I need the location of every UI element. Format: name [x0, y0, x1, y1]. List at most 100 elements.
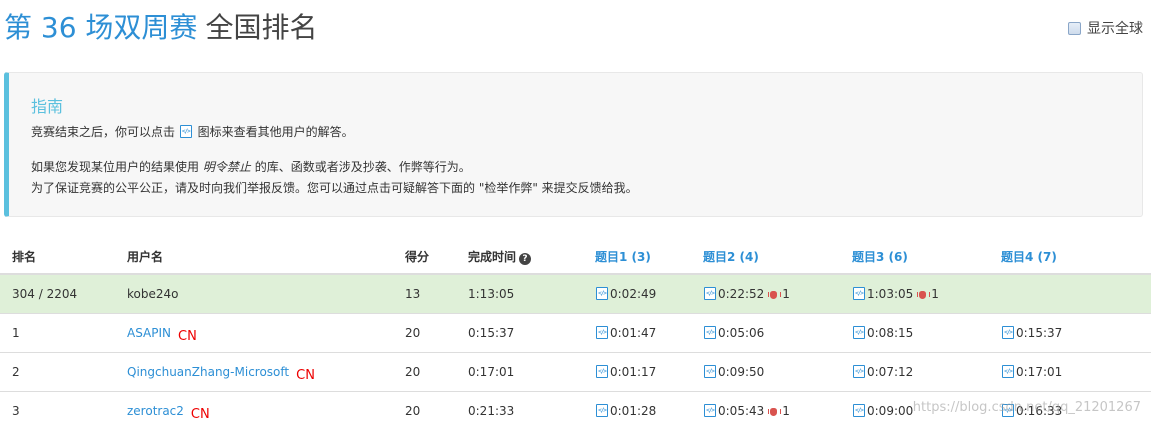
code-icon[interactable]: [853, 326, 865, 339]
rank-cell: 3: [12, 404, 20, 418]
rank-cell: 2: [12, 365, 20, 379]
finish-time-cell: 0:21:33: [468, 404, 515, 418]
q3-time: 0:07:12: [867, 365, 914, 379]
code-icon[interactable]: [704, 287, 716, 300]
q1-cell: 0:01:47: [595, 326, 656, 340]
code-icon[interactable]: [596, 365, 608, 378]
region-badge: CN: [296, 368, 315, 383]
finish-time-cell: 1:13:05: [468, 287, 515, 301]
header-q2[interactable]: 题目2 (4): [703, 248, 759, 265]
guide-panel: 指南 竞赛结束之后，你可以点击 图标来查看其他用户的解答。 如果您发现某位用户的…: [4, 72, 1143, 217]
region-badge: CN: [190, 407, 210, 422]
ranking-table: 排名 用户名 得分 完成时间? 题目1 (3) 题目2 (4) 题目3 (6) …: [0, 236, 1151, 427]
code-icon[interactable]: [853, 287, 865, 300]
q4-cell: 0:15:37: [1001, 326, 1062, 340]
header-finish-time: 完成时间?: [468, 248, 532, 265]
code-icon[interactable]: [704, 326, 716, 339]
user-cell: zerotrac2 CN: [127, 404, 210, 422]
code-icon[interactable]: [1002, 365, 1014, 378]
q2-cell: 0:09:50: [703, 365, 764, 379]
region-badge: CN: [178, 329, 197, 344]
q3-cell: 0:08:15: [852, 326, 913, 340]
score-cell: 13: [405, 287, 421, 301]
watermark: https://blog.csdn.net/qq_21201267: [912, 400, 1141, 415]
header-q3[interactable]: 题目3 (6): [852, 248, 908, 265]
q4-cell: 0:17:01: [1001, 365, 1062, 379]
q2-time: 0:22:52: [718, 287, 765, 301]
q2-cell: 0:22:52 1: [703, 287, 790, 301]
q3-time: 0:08:15: [867, 326, 914, 340]
q2-cell: 0:05:43 1: [703, 404, 790, 418]
code-icon[interactable]: [853, 404, 865, 417]
guide-line-3: 为了保证竞赛的公平公正，请及时向我们举报反馈。您可以通过点击可疑解答下面的 "检…: [31, 181, 638, 195]
table-header: 排名 用户名 得分 完成时间? 题目1 (3) 题目2 (4) 题目3 (6) …: [0, 236, 1151, 275]
username-link[interactable]: zerotrac2: [127, 404, 184, 418]
q3-cell: 0:07:12: [852, 365, 913, 379]
q3-bug-count: 1: [931, 287, 939, 301]
q2-time: 0:09:50: [718, 365, 765, 379]
table-row-current-user: 304 / 2204 kobe24o 13 1:13:05 0:02:49 0:22:52…: [0, 275, 1151, 314]
bug-icon: [768, 405, 782, 416]
finish-time-cell: 0:15:37: [468, 326, 515, 340]
q1-cell: 0:01:17: [595, 365, 656, 379]
guide-line-1-before: 竞赛结束之后，你可以点击: [31, 125, 176, 139]
header-finish-time-label: 完成时间: [468, 250, 517, 264]
page-header: 第 36 场双周赛 全国排名: [4, 6, 317, 46]
table-row: 2 QingchuanZhang-Microsoft CN 20 0:17:01 0:01…: [0, 353, 1151, 392]
finish-time-cell: 0:17:01: [468, 365, 515, 379]
q2-time: 0:05:06: [718, 326, 765, 340]
rank-cell: 1: [12, 326, 20, 340]
code-icon[interactable]: [596, 404, 608, 417]
guide-line-1: 竞赛结束之后，你可以点击 图标来查看其他用户的解答。: [31, 123, 354, 140]
code-icon[interactable]: [853, 365, 865, 378]
q2-time: 0:05:43: [718, 404, 765, 418]
guide-title: 指南: [31, 97, 64, 116]
bug-icon: [917, 288, 931, 299]
score-cell: 20: [405, 365, 421, 379]
guide-line-2: 如果您发现某位用户的结果使用 明令禁止 的库、函数或者涉及抄袭、作弊等行为。: [31, 158, 471, 175]
bug-icon: [768, 288, 782, 299]
q3-time: 1:03:05: [867, 287, 914, 301]
code-icon[interactable]: [704, 365, 716, 378]
q1-time: 0:01:47: [610, 326, 657, 340]
q3-cell: 0:09:00: [852, 404, 913, 418]
header-q1[interactable]: 题目1 (3): [595, 248, 651, 265]
rank-title: 全国排名: [205, 11, 318, 44]
username-link[interactable]: kobe24o: [127, 287, 178, 301]
code-icon[interactable]: [1002, 326, 1014, 339]
code-icon[interactable]: [704, 404, 716, 417]
table-row: 1 ASAPIN CN 20 0:15:37 0:01:47 0:05:06 0:08:15 0…: [0, 314, 1151, 353]
q1-cell: 0:02:49: [595, 287, 656, 301]
username-link[interactable]: QingchuanZhang-Microsoft: [127, 365, 289, 379]
user-cell: ASAPIN CN: [127, 326, 197, 344]
header-user: 用户名: [127, 250, 164, 264]
show-global-toggle[interactable]: 显示全球: [1068, 18, 1143, 38]
q4-time: 0:15:37: [1016, 326, 1063, 340]
q1-time: 0:02:49: [610, 287, 657, 301]
header-rank: 排名: [12, 250, 37, 264]
q2-cell: 0:05:06: [703, 326, 764, 340]
code-icon[interactable]: [596, 287, 608, 300]
score-cell: 20: [405, 404, 421, 418]
q4-time: 0:17:01: [1016, 365, 1063, 379]
q3-cell: 1:03:05 1: [852, 287, 939, 301]
rank-cell: 304 / 2204: [12, 287, 78, 301]
user-cell: QingchuanZhang-Microsoft CN: [127, 365, 315, 383]
q2-bug-count: 1: [782, 404, 790, 418]
contest-title[interactable]: 第 36 场双周赛: [4, 6, 197, 46]
guide-line-2-before: 如果您发现某位用户的结果使用: [31, 160, 200, 174]
q1-cell: 0:01:28: [595, 404, 656, 418]
show-global-checkbox[interactable]: [1068, 21, 1081, 35]
show-global-label: 显示全球: [1087, 21, 1143, 37]
username-link[interactable]: ASAPIN: [127, 326, 171, 340]
q3-time: 0:09:00: [867, 404, 914, 418]
header-score: 得分: [405, 250, 430, 264]
score-cell: 20: [405, 326, 421, 340]
user-cell: kobe24o: [127, 287, 178, 301]
help-icon[interactable]: ?: [519, 253, 532, 265]
header-q4[interactable]: 题目4 (7): [1001, 248, 1057, 265]
q1-time: 0:01:28: [610, 404, 657, 418]
q1-time: 0:01:17: [610, 365, 657, 379]
code-icon[interactable]: [596, 326, 608, 339]
guide-line-2-emphasis: 明令禁止: [202, 160, 251, 174]
